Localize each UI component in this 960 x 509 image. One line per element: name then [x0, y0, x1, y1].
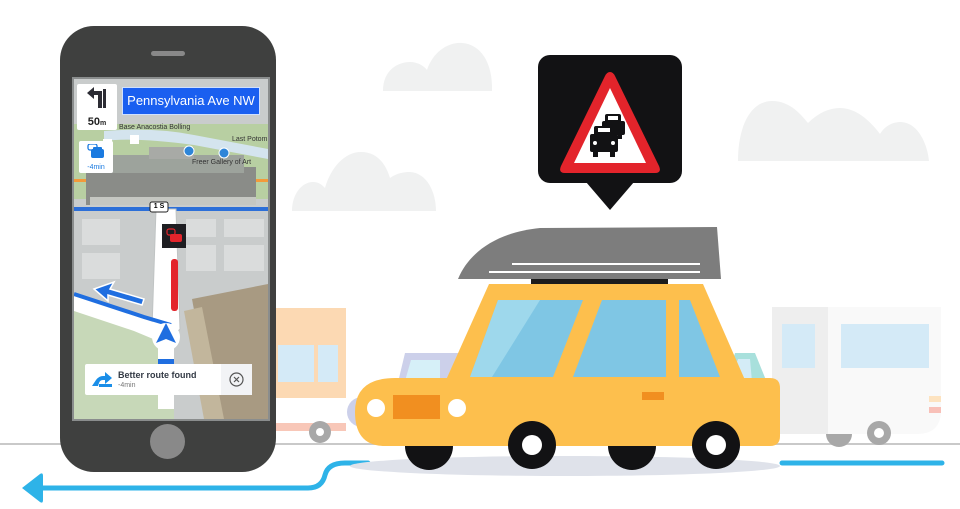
map-label-freer-gallery: Freer Gallery of Art [192, 159, 252, 166]
turn-left-icon [87, 87, 106, 108]
street-name: Pennsylvania Ave NW [122, 87, 260, 115]
banner-title: Better route found [118, 370, 197, 380]
map-traffic-pin[interactable] [162, 224, 186, 248]
close-circle-icon [229, 372, 244, 387]
phone-screen: 1 S Base Anacostia Bolling Last Potom Fr… [72, 77, 270, 421]
turn-distance: 50m [87, 116, 107, 128]
home-button[interactable] [150, 424, 185, 459]
traffic-pin [538, 55, 682, 210]
better-route-banner[interactable]: Better route found -4min [85, 364, 252, 395]
road-shield-label: 1 S [153, 203, 165, 210]
map-label-base-anacostia: Base Anacostia Bolling [119, 124, 191, 131]
turn-instruction[interactable]: 50m [77, 84, 117, 130]
headlight-right [448, 399, 466, 417]
banner-close-button[interactable] [221, 364, 252, 395]
traffic-delay-label: -4min [87, 164, 105, 171]
headlight-left [367, 399, 385, 417]
door-handle [642, 392, 664, 400]
traffic-delay-chip[interactable]: -4min [79, 141, 113, 173]
traffic-cars-icon [87, 144, 104, 158]
traffic-jam-warning-icon [538, 55, 682, 210]
better-route-icon [92, 372, 112, 387]
headlight-plate [393, 395, 440, 419]
map-label-last-potom: Last Potom [232, 136, 268, 143]
map-traffic-icon [166, 228, 182, 242]
banner-subtitle: -4min [118, 382, 136, 389]
phone-speaker [151, 51, 185, 56]
phone: 1 S Base Anacostia Bolling Last Potom Fr… [60, 26, 276, 472]
